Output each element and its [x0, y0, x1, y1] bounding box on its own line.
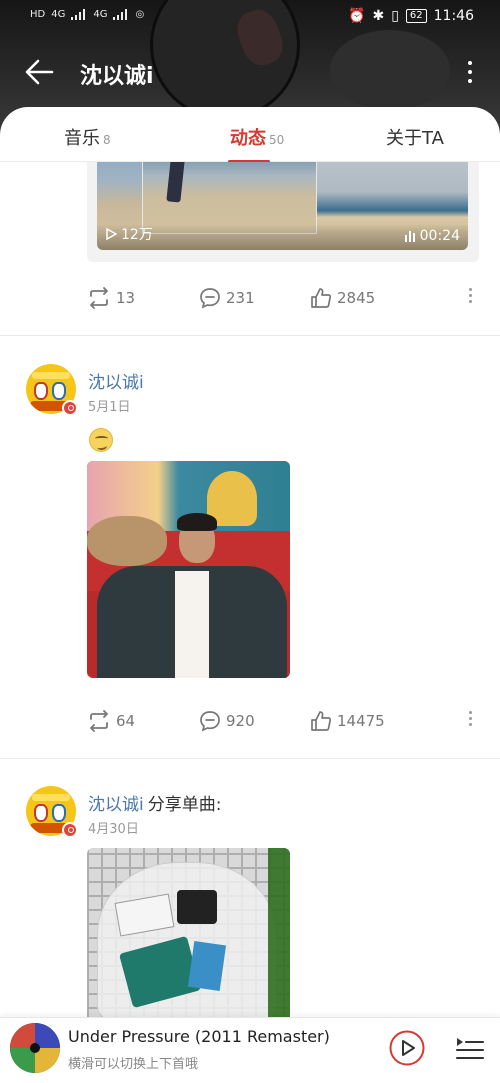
- app-status-icon: ◎: [135, 9, 145, 20]
- forward-button[interactable]: 13: [87, 287, 135, 309]
- play-triangle-icon: [106, 228, 117, 240]
- avatar-art: [32, 794, 70, 801]
- battery-icon: 62: [405, 9, 427, 23]
- like-button[interactable]: 2845: [310, 287, 375, 309]
- musician-badge-icon: [62, 400, 78, 416]
- avatar-art: [34, 804, 48, 822]
- more-options-icon[interactable]: [460, 54, 480, 90]
- musician-badge-icon: [62, 822, 78, 838]
- thumbs-up-icon: [311, 288, 332, 308]
- avatar-art: [34, 382, 48, 400]
- tab-music-label: 音乐: [64, 128, 100, 149]
- status-bar: HD 4G 4G ◎ ⏰ ✱ ▯ 62 11:46: [0, 0, 500, 34]
- photo-art: [268, 848, 290, 1017]
- comment-icon: [200, 711, 220, 732]
- signal-icon: [71, 9, 87, 20]
- tab-activity-label: 动态: [230, 128, 266, 149]
- comment-count: 231: [226, 289, 255, 307]
- tab-bar: 音乐 8 动态 50 关于TA: [0, 107, 500, 163]
- back-arrow-icon[interactable]: [22, 54, 58, 90]
- cover-art: [30, 1043, 40, 1053]
- bars-icon: [404, 231, 415, 242]
- post-photo[interactable]: [87, 848, 290, 1017]
- post-date: 5月1日: [88, 400, 131, 415]
- photo-art: [187, 940, 227, 992]
- photo-art: [87, 516, 167, 566]
- photo-art: [175, 571, 209, 678]
- repost-icon: [90, 287, 108, 309]
- play-icon[interactable]: [389, 1030, 425, 1066]
- post-more-icon[interactable]: [469, 288, 472, 303]
- post-actions: 64 920 14475: [87, 706, 482, 736]
- like-button[interactable]: 14475: [310, 710, 385, 732]
- video-card[interactable]: 12万 00:24: [87, 162, 479, 262]
- repost-icon: [90, 710, 108, 732]
- mini-player[interactable]: Under Pressure (2011 Remaster) 横滑可以切换上下首…: [0, 1017, 500, 1083]
- post-divider: [0, 335, 500, 336]
- song-title: Under Pressure (2011 Remaster): [68, 1027, 330, 1046]
- video-thumbnail[interactable]: 12万 00:24: [97, 162, 468, 250]
- avatar-art: [32, 372, 70, 379]
- comment-count: 920: [226, 712, 255, 730]
- comment-button[interactable]: 920: [199, 710, 255, 732]
- author-name[interactable]: 沈以诚i: [88, 373, 144, 393]
- network-label-2: 4G: [93, 9, 108, 20]
- signal-icon: [113, 9, 129, 20]
- title-bar: 沈以诚i: [0, 50, 500, 94]
- post-header: 沈以诚i 分享单曲: 4月30日: [0, 786, 500, 846]
- photo-art: [177, 890, 217, 924]
- post-header: 沈以诚i 5月1日: [0, 364, 500, 424]
- avatar-art: [52, 804, 66, 822]
- comment-button[interactable]: 231: [199, 287, 255, 309]
- like-count: 14475: [337, 712, 385, 730]
- album-cover[interactable]: [10, 1023, 60, 1073]
- thumbs-up-icon: [311, 711, 332, 731]
- video-duration: 00:24: [404, 228, 460, 244]
- activity-feed[interactable]: 12万 00:24 13 231 2845 沈以诚i 5月1日 64 920 1…: [0, 162, 500, 1017]
- comment-icon: [200, 288, 220, 309]
- hd-label: HD: [30, 9, 46, 20]
- dizzy-face-emoji-icon: [89, 428, 113, 452]
- page-title: 沈以诚i: [80, 64, 154, 89]
- clock: 11:46: [433, 8, 474, 24]
- duration-text: 00:24: [419, 228, 460, 244]
- tab-activity[interactable]: 动态 50: [230, 124, 284, 150]
- alarm-icon: ⏰: [348, 8, 366, 24]
- tab-activity-count: 50: [269, 133, 285, 147]
- swipe-hint: 横滑可以切换上下首哦: [68, 1057, 199, 1072]
- photo-art: [177, 513, 217, 531]
- play-count-text: 12万: [121, 227, 153, 243]
- forward-count: 64: [116, 712, 136, 730]
- bluetooth-icon: ✱: [372, 8, 385, 24]
- playlist-icon[interactable]: [455, 1033, 485, 1063]
- vibrate-icon: ▯: [391, 8, 399, 24]
- like-count: 2845: [337, 289, 376, 307]
- avatar-art: [52, 382, 66, 400]
- post-more-icon[interactable]: [469, 711, 472, 726]
- tab-music[interactable]: 音乐 8: [64, 124, 111, 150]
- post-author: 沈以诚i 分享单曲:: [88, 790, 221, 815]
- tab-music-count: 8: [103, 133, 111, 147]
- tab-about-label: 关于TA: [386, 128, 444, 149]
- post-author[interactable]: 沈以诚i: [88, 368, 144, 393]
- video-play-count: 12万: [105, 224, 153, 244]
- forward-count: 13: [116, 289, 136, 307]
- cover-art: [35, 1048, 60, 1073]
- forward-button[interactable]: 64: [87, 710, 135, 732]
- post-photo[interactable]: [87, 461, 290, 678]
- author-name[interactable]: 沈以诚i: [88, 795, 144, 815]
- share-text: 分享单曲:: [147, 795, 222, 815]
- network-label: 4G: [51, 9, 66, 20]
- status-right: ⏰ ✱ ▯ 62 11:46: [348, 8, 474, 24]
- post-actions: 13 231 2845: [87, 283, 482, 313]
- post-divider: [0, 758, 500, 759]
- status-left: HD 4G 4G ◎: [30, 9, 144, 20]
- tab-about[interactable]: 关于TA: [386, 124, 444, 150]
- post-date: 4月30日: [88, 822, 139, 837]
